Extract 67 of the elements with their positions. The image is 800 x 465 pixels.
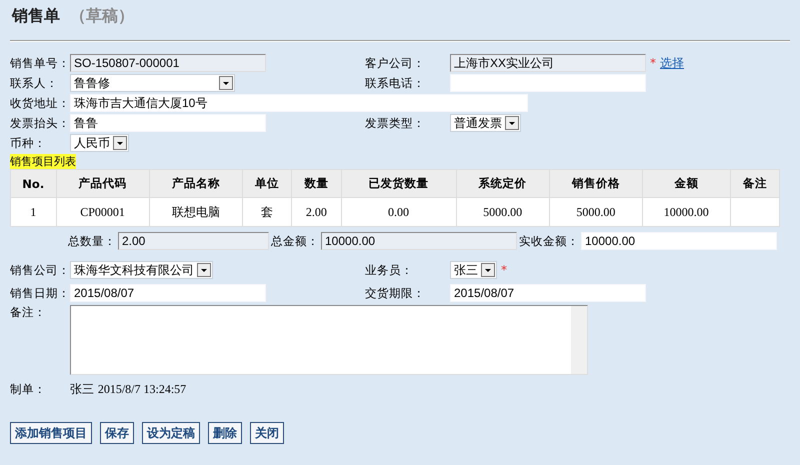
creator-name: 张三 [70, 382, 94, 396]
input-field[interactable]: 珠海市吉大通信大厦10号 [70, 94, 528, 112]
input-field[interactable]: 鲁鲁 [70, 114, 266, 132]
action-button[interactable]: 关闭 [250, 422, 284, 444]
action-button[interactable]: 删除 [208, 422, 242, 444]
field-label: 联系人： [10, 76, 59, 90]
column-header: 已发货数量 [341, 170, 456, 198]
table-cell: 2.00 [292, 198, 341, 226]
dropdown[interactable]: 人民币 [70, 134, 129, 152]
table-cell: 0.00 [341, 198, 456, 226]
table-cell: 10000.00 [642, 198, 730, 226]
page-title: 销售单 [12, 6, 60, 27]
input-field[interactable]: 2.00 [118, 232, 269, 250]
dropdown[interactable]: 珠海华文科技有限公司 [70, 261, 213, 279]
table-cell: CP00001 [56, 198, 150, 226]
field-label: 联系电话： [365, 76, 426, 90]
field-label: 实收金额： [519, 234, 579, 248]
input-field[interactable]: 2015/08/07 [70, 284, 266, 302]
field-label: 总数量： [68, 234, 116, 248]
input-field[interactable]: 10000.00 [581, 232, 777, 250]
dropdown[interactable]: 鲁鲁修 [70, 74, 235, 92]
scrollbar[interactable] [571, 306, 587, 374]
column-header: No. [10, 170, 56, 198]
dropdown[interactable]: 张三 [450, 261, 497, 279]
column-header: 产品代码 [56, 170, 150, 198]
action-button[interactable]: 保存 [100, 422, 134, 444]
field-label: 销售公司： [10, 262, 70, 278]
field-label: 业务员： [365, 262, 414, 278]
table-cell: 5000.00 [549, 198, 642, 226]
select-link[interactable]: 选择 [660, 54, 684, 72]
field-label: 备注： [10, 305, 47, 321]
status-label: （草稿） [70, 6, 134, 27]
table-cell: 联想电脑 [149, 198, 242, 226]
table-cell: 5000.00 [456, 198, 550, 226]
input-field[interactable]: 上海市XX实业公司 [450, 54, 646, 72]
column-header: 金额 [642, 170, 730, 198]
input-field[interactable] [450, 74, 646, 92]
field-label: 发票类型： [365, 116, 426, 130]
table-cell: 1 [10, 198, 56, 226]
action-button[interactable]: 设为定稿 [142, 422, 200, 444]
required-mark: * [501, 263, 507, 277]
dropdown[interactable]: 普通发票 [450, 114, 521, 132]
column-header: 产品名称 [149, 170, 242, 198]
notes-textarea[interactable] [70, 305, 588, 375]
field-label: 客户公司： [365, 56, 426, 70]
column-header: 数量 [292, 170, 341, 198]
field-label: 交货期限： [365, 286, 426, 300]
required-mark: * [650, 56, 656, 70]
column-header: 系统定价 [456, 170, 550, 198]
field-label: 销售单号： [10, 56, 70, 70]
field-label: 销售日期： [10, 286, 70, 300]
input-field[interactable]: 2015/08/07 [450, 284, 646, 302]
input-field[interactable]: SO-150807-000001 [70, 54, 266, 72]
field-label: 发票抬头： [10, 116, 70, 130]
action-button[interactable]: 添加销售项目 [10, 422, 92, 444]
table-cell [730, 198, 780, 226]
table-cell: 套 [242, 198, 292, 226]
created-time: 2015/8/7 13:24:57 [98, 382, 186, 396]
field-label: 收货地址： [10, 96, 70, 110]
column-header: 单位 [242, 170, 292, 198]
column-header: 备注 [730, 170, 780, 198]
field-label: 总金额： [271, 234, 319, 248]
input-field[interactable]: 10000.00 [321, 232, 517, 250]
column-header: 销售价格 [549, 170, 642, 198]
field-label: 币种： [10, 136, 47, 150]
section-title: 销售项目列表 [10, 154, 76, 169]
field-label: 制单： [10, 382, 47, 397]
